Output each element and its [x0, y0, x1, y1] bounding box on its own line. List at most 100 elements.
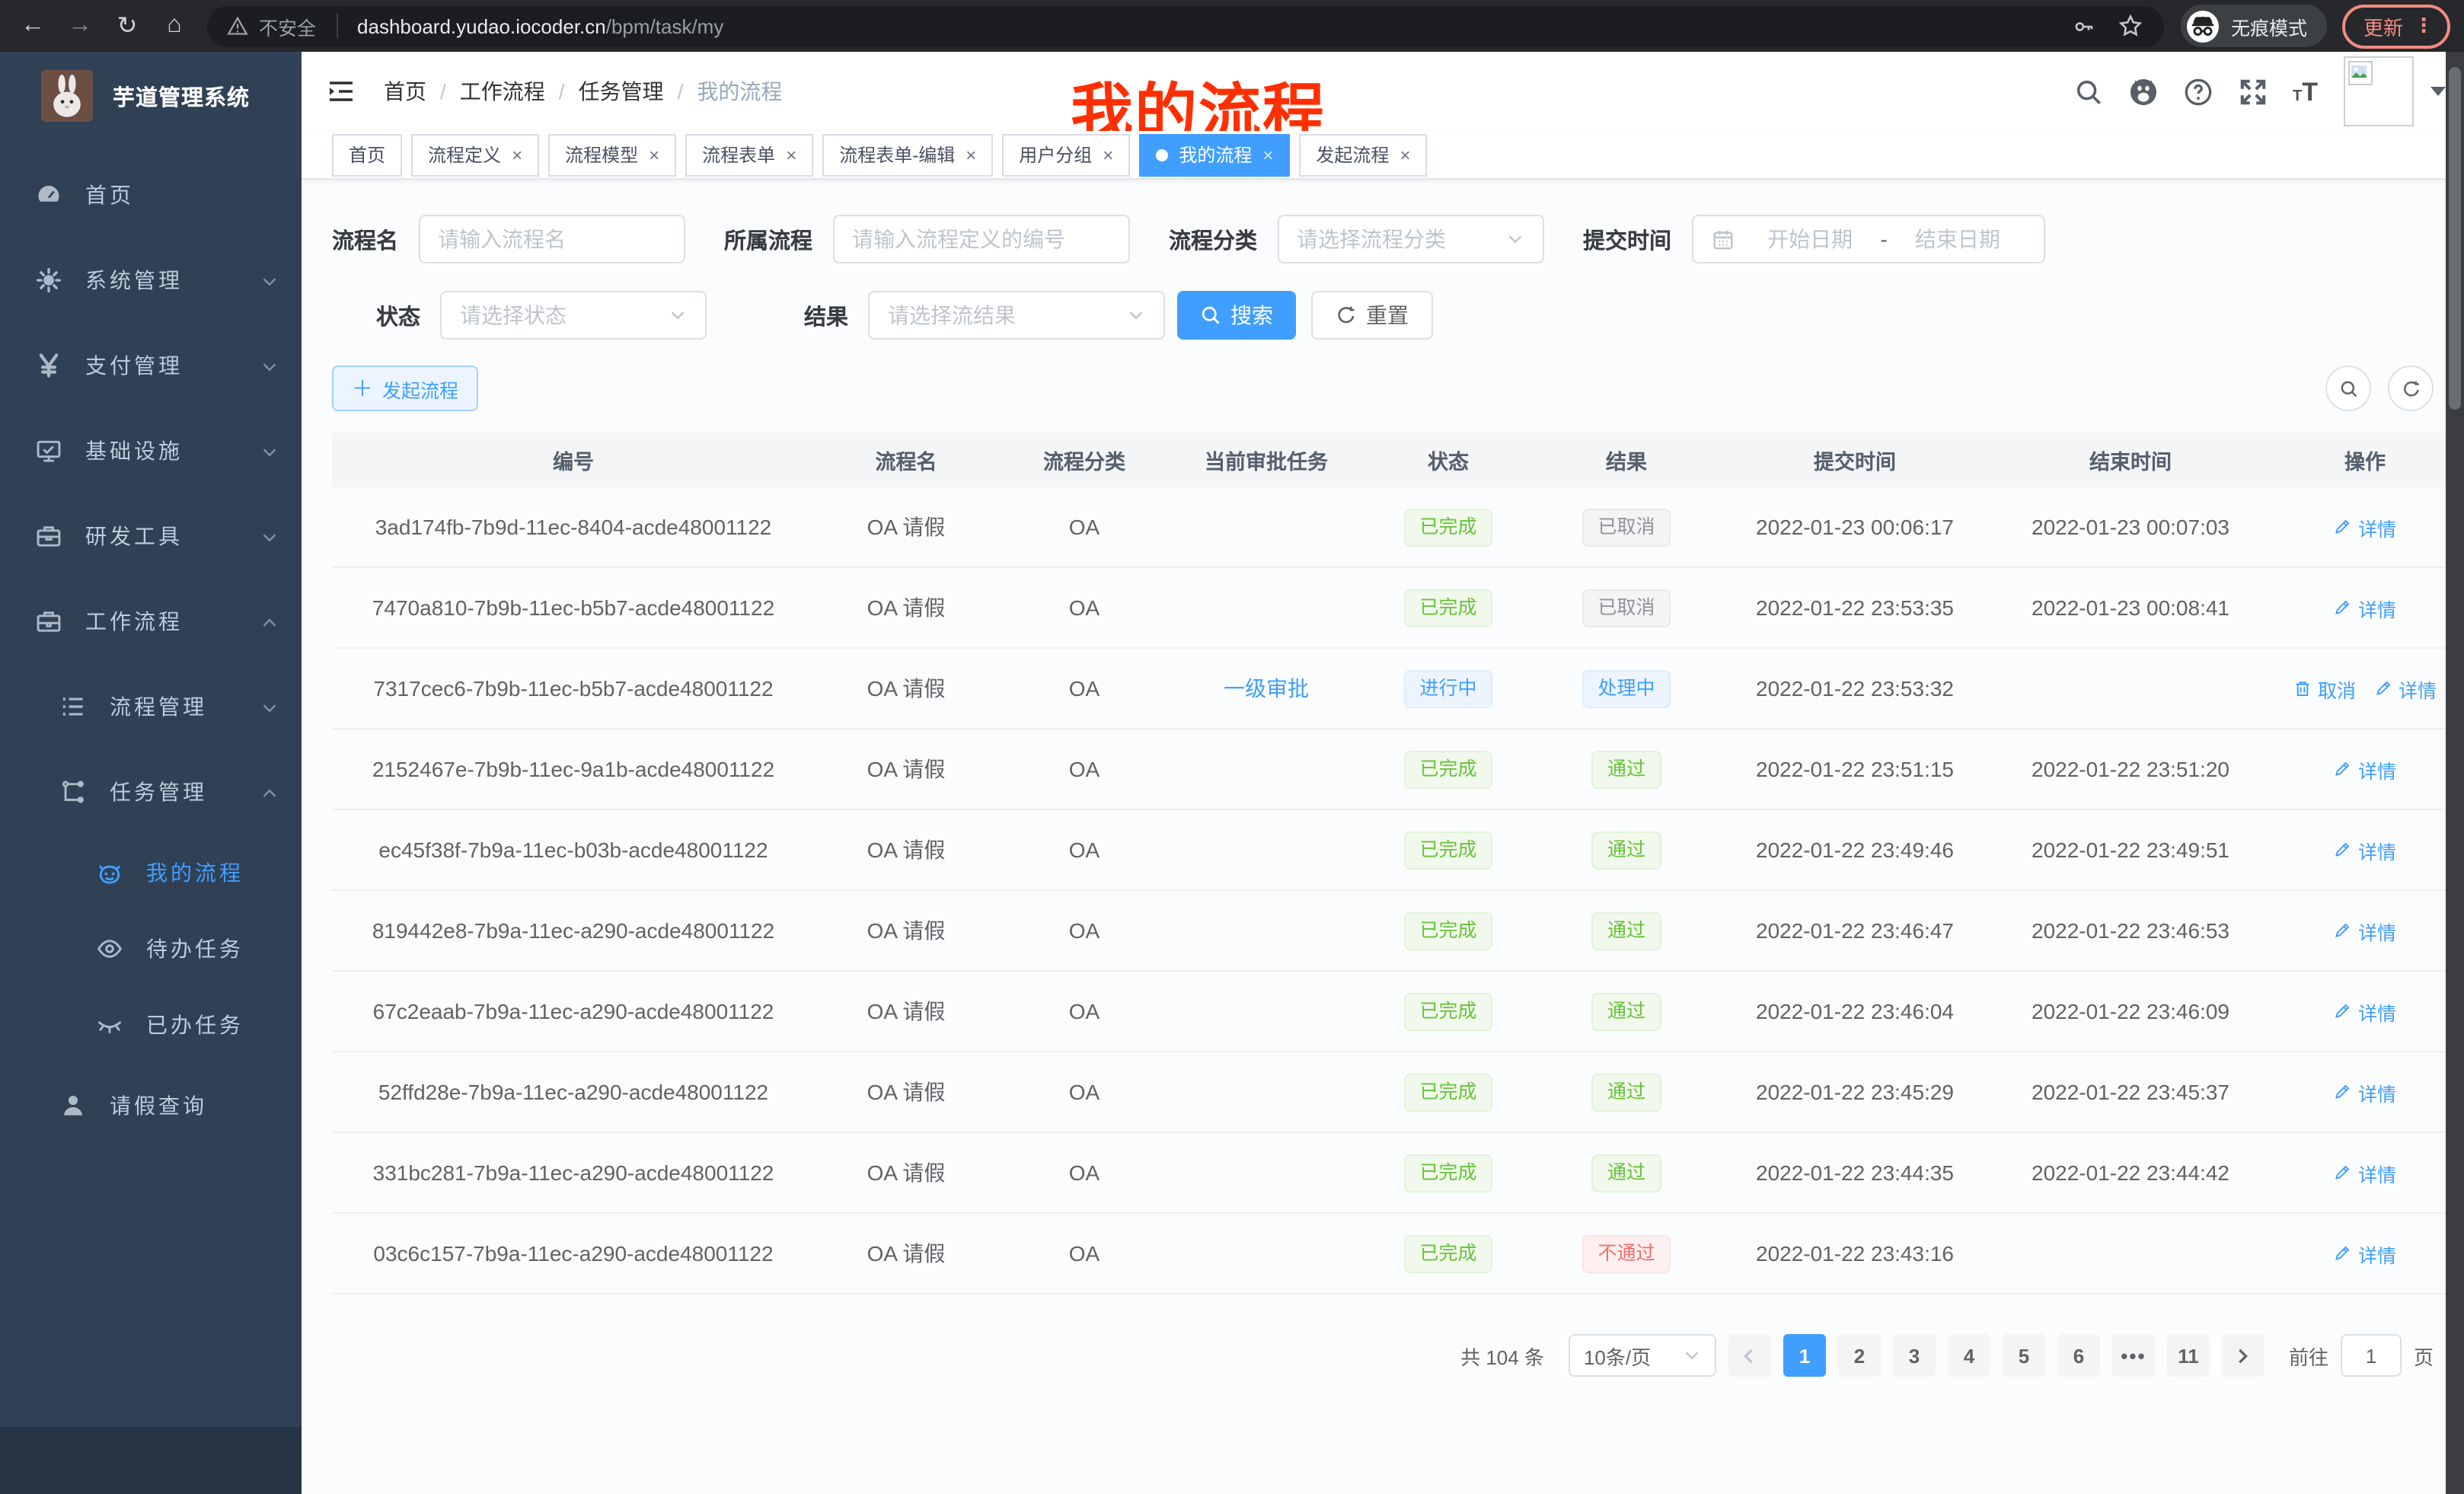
sidebar-item[interactable]: 任务管理 — [0, 749, 302, 835]
refresh-table-button[interactable] — [2388, 366, 2434, 411]
close-icon[interactable] — [1400, 145, 1410, 164]
page-ellipsis[interactable]: ••• — [2112, 1334, 2155, 1377]
cell-actions: 详情 — [2269, 971, 2461, 1052]
page-button[interactable]: 2 — [1838, 1334, 1881, 1377]
name-input[interactable]: 请输入流程名 — [418, 215, 685, 263]
close-icon[interactable] — [1103, 145, 1113, 164]
detail-link[interactable]: 详情 — [2334, 835, 2396, 864]
close-icon[interactable] — [649, 145, 659, 164]
address-bar[interactable]: 不安全 dashboard.yudao.iocoder.cn/bpm/task/… — [207, 5, 2164, 46]
cell-id: 67c2eaab-7b9a-11ec-a290-acde48001122 — [332, 971, 815, 1052]
page-size-select[interactable]: 10条/页 — [1569, 1334, 1716, 1377]
tab[interactable]: 用户分组 — [1002, 133, 1130, 176]
close-icon[interactable] — [965, 145, 976, 164]
tab[interactable]: 首页 — [332, 133, 402, 176]
fullscreen-icon[interactable] — [2238, 77, 2267, 106]
search-button[interactable]: 搜索 — [1177, 291, 1296, 340]
detail-link[interactable]: 详情 — [2334, 1158, 2396, 1187]
detail-link[interactable]: 详情 — [2334, 512, 2396, 541]
page-button[interactable]: 3 — [1893, 1334, 1936, 1377]
cell-name: OA 请假 — [815, 1213, 997, 1294]
security-label[interactable]: 不安全 — [259, 11, 316, 40]
chevron-icon — [260, 356, 279, 375]
category-select[interactable]: 请选择流程分类 — [1277, 215, 1543, 263]
task-link[interactable]: 一级审批 — [1224, 676, 1309, 701]
avatar[interactable] — [2344, 56, 2414, 126]
page-scrollbar[interactable] — [2446, 52, 2464, 1494]
date-range-input[interactable]: 开始日期 - 结束日期 — [1691, 215, 2044, 263]
close-icon[interactable] — [512, 145, 522, 164]
browser-menu-icon[interactable]: ⋮ — [2414, 14, 2434, 38]
cancel-link[interactable]: 取消 — [2293, 674, 2356, 703]
show-search-button[interactable] — [2325, 366, 2371, 411]
sidebar-collapse-bar[interactable] — [0, 1427, 302, 1494]
update-button[interactable]: 更新 ⋮ — [2342, 4, 2450, 48]
key-icon[interactable] — [2073, 14, 2095, 37]
status-select[interactable]: 请选择状态 — [440, 291, 707, 340]
goto-page-input[interactable]: 1 — [2341, 1334, 2402, 1377]
tab[interactable]: 流程模型 — [548, 133, 676, 176]
reload-icon[interactable]: ↻ — [104, 11, 151, 41]
hamburger-icon[interactable] — [326, 76, 356, 107]
sidebar-item[interactable]: 支付管理 — [0, 323, 302, 408]
breadcrumb-item[interactable]: 任务管理 — [579, 76, 664, 107]
home-icon[interactable]: ⌂ — [151, 12, 198, 40]
cell-submit-time: 2022-01-22 23:46:47 — [1718, 890, 1992, 971]
cell-task — [1171, 971, 1361, 1052]
sidebar-item[interactable]: 工作流程 — [0, 579, 302, 664]
sidebar-item[interactable]: 我的流程 — [0, 835, 302, 911]
incognito-label: 无痕模式 — [2231, 11, 2307, 40]
sidebar-item[interactable]: 流程管理 — [0, 664, 302, 749]
page-button[interactable]: 1 — [1783, 1334, 1826, 1377]
detail-link[interactable]: 详情 — [2334, 916, 2396, 945]
tab[interactable]: 流程表单 — [685, 133, 813, 176]
github-icon[interactable] — [2128, 77, 2157, 106]
sidebar-item[interactable]: 已办任务 — [0, 987, 302, 1063]
sidebar-item[interactable]: 研发工具 — [0, 493, 302, 579]
sidebar-item[interactable]: 待办任务 — [0, 911, 302, 987]
tab[interactable]: 发起流程 — [1299, 133, 1427, 176]
detail-link[interactable]: 详情 — [2334, 593, 2396, 622]
prev-page-button[interactable] — [1728, 1334, 1771, 1377]
sidebar-item[interactable]: 系统管理 — [0, 238, 302, 323]
scrollbar-thumb[interactable] — [2449, 67, 2461, 410]
search-icon[interactable] — [2073, 77, 2102, 106]
font-size-icon[interactable]: TT — [2293, 78, 2318, 104]
help-icon[interactable] — [2183, 77, 2212, 106]
divider — [336, 14, 337, 38]
sidebar-item[interactable]: 请假查询 — [0, 1063, 302, 1148]
tab[interactable]: 流程定义 — [411, 133, 539, 176]
detail-link[interactable]: 详情 — [2334, 755, 2396, 784]
caret-down-icon[interactable] — [2430, 85, 2446, 97]
page-button[interactable]: 11 — [2167, 1334, 2210, 1377]
close-icon[interactable] — [1262, 145, 1273, 164]
page-button[interactable]: 5 — [2003, 1334, 2045, 1377]
detail-link[interactable]: 详情 — [2334, 1239, 2396, 1268]
cell-end-time: 2022-01-22 23:49:51 — [1992, 809, 2269, 890]
detail-link[interactable]: 详情 — [2334, 997, 2396, 1026]
create-process-button[interactable]: ＋ 发起流程 — [332, 366, 478, 411]
star-icon[interactable] — [2118, 14, 2143, 38]
tab[interactable]: 流程表单-编辑 — [822, 133, 993, 176]
next-page-button[interactable] — [2222, 1334, 2265, 1377]
detail-link[interactable]: 详情 — [2374, 674, 2437, 703]
breadcrumb-item[interactable]: 首页 — [384, 76, 426, 107]
page-button[interactable]: 6 — [2057, 1334, 2100, 1377]
reset-button[interactable]: 重置 — [1311, 291, 1433, 340]
sidebar-item[interactable]: 首页 — [0, 152, 302, 238]
detail-link[interactable]: 详情 — [2334, 1077, 2396, 1106]
sidebar-item[interactable]: 基础设施 — [0, 408, 302, 493]
start-date[interactable]: 开始日期 — [1743, 224, 1877, 254]
url-text[interactable]: dashboard.yudao.iocoder.cn/bpm/task/my — [357, 14, 723, 37]
tab[interactable]: 我的流程 — [1139, 133, 1290, 176]
cell-id: 3ad174fb-7b9d-11ec-8404-acde48001122 — [332, 487, 815, 567]
end-date[interactable]: 结束日期 — [1891, 224, 2025, 254]
breadcrumb-item[interactable]: 工作流程 — [460, 76, 545, 107]
forward-icon[interactable]: → — [56, 12, 104, 40]
chevron-down-icon — [1683, 1346, 1701, 1365]
close-icon[interactable] — [786, 145, 796, 164]
result-select[interactable]: 请选择流结果 — [868, 291, 1165, 340]
definition-input[interactable]: 请输入流程定义的编号 — [832, 215, 1129, 263]
back-icon[interactable]: ← — [9, 12, 56, 40]
page-button[interactable]: 4 — [1948, 1334, 1990, 1377]
